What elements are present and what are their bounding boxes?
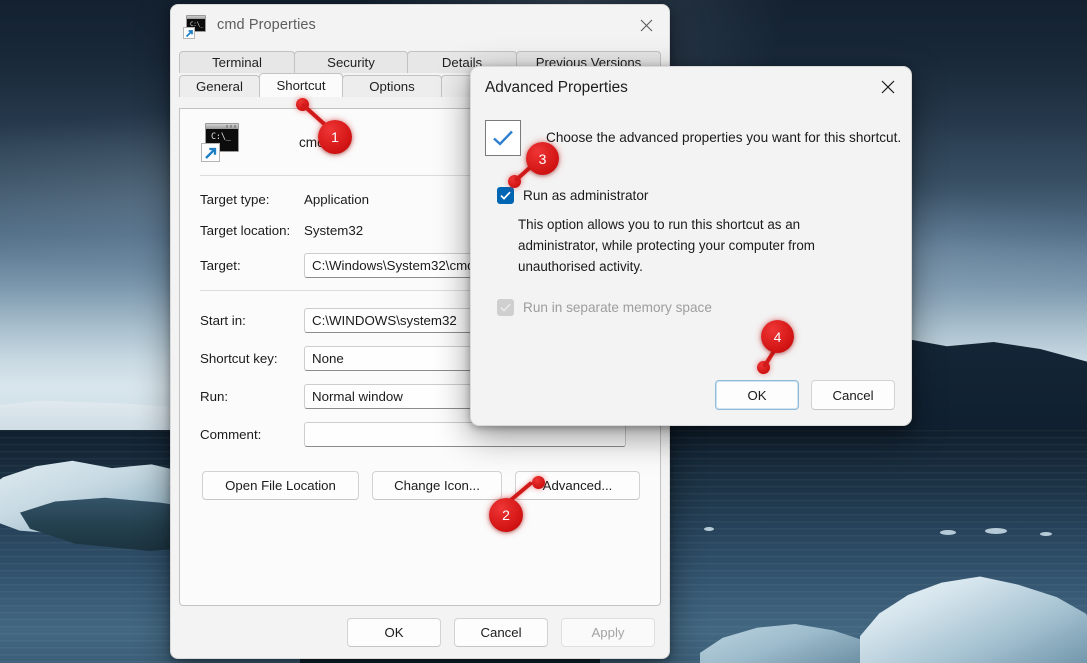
- advanced-dialog-ok-button[interactable]: OK: [715, 380, 799, 410]
- field-label: Target location:: [200, 223, 291, 238]
- advanced-dialog-body: Choose the advanced properties you want …: [471, 109, 911, 316]
- wallpaper-ice-speck: [985, 528, 1007, 534]
- field-label: Run:: [200, 388, 229, 404]
- advanced-dialog-title: Advanced Properties: [485, 79, 628, 96]
- field-label: Start in:: [200, 312, 246, 328]
- apply-button: Apply: [561, 617, 655, 647]
- open-file-location-button[interactable]: Open File Location: [202, 471, 359, 500]
- field-label: Comment:: [200, 426, 262, 442]
- properties-titlebar: C:\_ cmd Properties: [171, 5, 669, 45]
- checkmark-box-icon: [485, 120, 521, 156]
- advanced-dialog-header-text: Choose the advanced properties you want …: [546, 130, 902, 145]
- field-label: Target type:: [200, 192, 270, 207]
- cmd-console-shortcut-icon-large: C:\_: [201, 123, 242, 162]
- wallpaper-ice-speck: [704, 527, 714, 531]
- annotation-marker-1-number: 1: [318, 120, 352, 154]
- shortcut-action-buttons: Open File Location Change Icon... Advanc…: [180, 453, 660, 500]
- tab-options[interactable]: Options: [342, 75, 442, 97]
- cancel-button[interactable]: Cancel: [454, 617, 548, 647]
- run-as-administrator-checkbox[interactable]: [497, 187, 514, 204]
- cmd-console-shortcut-icon: C:\_: [183, 15, 206, 39]
- close-icon[interactable]: [865, 67, 911, 107]
- desktop-wallpaper: C:\_ cmd Properties Terminal Security De…: [0, 0, 1087, 663]
- wallpaper-ice-speck: [1040, 532, 1052, 536]
- change-icon-button[interactable]: Change Icon...: [372, 471, 502, 500]
- tab-terminal[interactable]: Terminal: [179, 51, 295, 73]
- advanced-dialog-footer: OK Cancel: [471, 365, 911, 425]
- run-in-separate-memory-space-label: Run in separate memory space: [523, 300, 712, 315]
- close-icon[interactable]: [623, 5, 669, 45]
- tab-general[interactable]: General: [179, 75, 260, 97]
- ok-button[interactable]: OK: [347, 617, 441, 647]
- field-value: Application: [304, 192, 370, 207]
- field-label: Target:: [200, 257, 241, 273]
- run-in-separate-memory-space-checkbox: [497, 299, 514, 316]
- tab-shortcut[interactable]: Shortcut: [259, 73, 343, 97]
- run-separate-memory-row: Run in separate memory space: [471, 277, 911, 316]
- advanced-dialog-titlebar: Advanced Properties: [471, 67, 911, 109]
- annotation-marker-4-number: 4: [761, 320, 794, 353]
- window-title: cmd Properties: [217, 17, 316, 33]
- annotation-marker-3-number: 3: [526, 142, 559, 175]
- wallpaper-ice-speck: [940, 530, 956, 535]
- tab-security[interactable]: Security: [294, 51, 408, 73]
- field-label: Shortcut key:: [200, 350, 278, 366]
- annotation-marker-2-number: 2: [489, 498, 523, 532]
- properties-footer: OK Cancel Apply: [171, 606, 669, 658]
- field-value: System32: [304, 223, 364, 238]
- advanced-properties-dialog: Advanced Properties Choose the advanced …: [470, 66, 912, 426]
- run-as-administrator-description: This option allows you to run this short…: [518, 217, 815, 274]
- advanced-dialog-cancel-button[interactable]: Cancel: [811, 380, 895, 410]
- run-as-administrator-label: Run as administrator: [523, 188, 649, 203]
